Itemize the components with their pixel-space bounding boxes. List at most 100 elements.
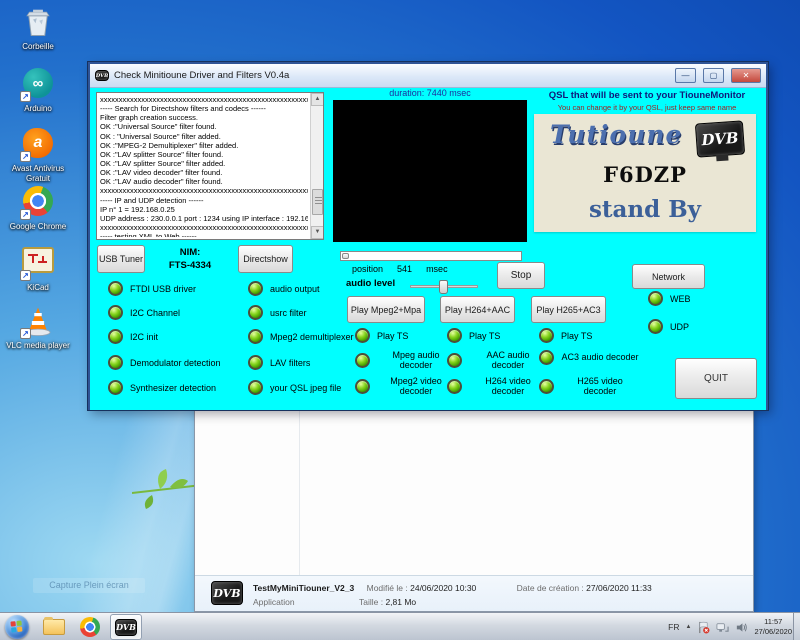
duration-label: duration: 7440 msec [333,88,527,98]
qsl-status: stand By [534,196,756,223]
wallpaper-sprig [132,455,202,525]
log-text: xxxxxxxxxxxxxxxxxxxxxxxxxxxxxxxxxxxxxxxx… [100,95,308,237]
taskbar: DVB FR ▲ 11:57 27/06/202 [0,612,800,640]
shortcut-arrow-icon: ↗ [20,270,31,281]
volume-tray-icon[interactable] [735,621,748,634]
led-i2c-init: I2C init [108,329,158,344]
tray-expand-icon[interactable]: ▲ [686,624,692,630]
status-led-icon [447,379,462,394]
status-led-icon [539,328,554,343]
network-tray-icon[interactable] [716,621,729,634]
folder-icon [43,619,65,635]
quit-button[interactable]: QUIT [675,358,757,399]
status-led-icon [648,291,663,306]
network-button[interactable]: Network [632,264,705,289]
seek-bar[interactable] [340,251,522,261]
desktop-icon-avast[interactable]: a ↗ Avast Antivirus Gratuit [0,126,76,183]
taskbar-clock[interactable]: 11:57 27/06/2020 [754,617,792,637]
taskbar-explorer-button[interactable] [38,614,70,640]
status-led-icon [648,319,663,334]
taskbar-chrome-button[interactable] [74,614,106,640]
screen-capture-watermark: Capture Plein écran [33,578,145,593]
app-client-area: xxxxxxxxxxxxxxxxxxxxxxxxxxxxxxxxxxxxxxxx… [90,88,766,410]
led-synthesizer-detection: Synthesizer detection [108,380,216,395]
nim-value: FTS-4334 [148,259,232,272]
led-ac3-audio-decoder: AC3 audio decoder [539,350,639,365]
taskbar-dvb-app-button[interactable]: DVB [110,614,142,640]
seek-thumb[interactable] [342,253,349,259]
status-led-icon [108,281,123,296]
status-led-icon [108,355,123,370]
modified-label: Modifié le : [367,583,408,593]
desktop-icon-recycle-bin[interactable]: Corbeille [0,6,76,52]
led-play-ts-2: Play TS [447,328,500,343]
explorer-details-pane: DVB TestMyMiniTiouner_V2_3 Modifié le : … [195,575,753,611]
chrome-icon [80,617,100,637]
desktop: Capture Plein écran Corbeille ∞ ↗ Arduin… [0,0,800,640]
maximize-button[interactable]: ▢ [703,68,724,83]
status-led-icon [447,328,462,343]
created-value: 27/06/2020 11:33 [586,583,652,593]
led-mpeg-audio-decoder: Mpeg audio decoder [355,350,455,371]
audio-level-label: audio level [346,278,395,289]
status-led-icon [355,379,370,394]
led-web: WEB [648,291,691,306]
desktop-icon-kicad[interactable]: ↗ KiCad [0,244,76,293]
shortcut-arrow-icon: ↗ [20,328,31,339]
app-title-icon: DVB [95,70,109,81]
status-led-icon [248,281,263,296]
scroll-down-icon[interactable]: ▼ [311,226,324,239]
dvb-logo-icon: DVB [695,120,745,157]
log-scrollbar[interactable]: ▲ ▼ [310,93,323,239]
led-demodulator-detection: Demodulator detection [108,355,221,370]
start-button[interactable] [5,615,29,639]
log-textbox[interactable]: xxxxxxxxxxxxxxxxxxxxxxxxxxxxxxxxxxxxxxxx… [96,92,324,240]
size-label: Taille : [359,597,383,607]
play-h265-button[interactable]: Play H265+AC3 [531,296,606,323]
language-indicator[interactable]: FR [668,622,679,632]
stop-button[interactable]: Stop [497,262,545,289]
led-udp: UDP [648,319,689,334]
clock-time: 11:57 [754,617,792,627]
play-h264-button[interactable]: Play H264+AAC [440,296,515,323]
desktop-icon-vlc[interactable]: ↗ VLC media player [0,304,76,351]
status-led-icon [248,329,263,344]
explorer-pane-divider [299,409,300,575]
status-led-icon [108,380,123,395]
led-lav-filters: LAV filters [248,355,310,370]
desktop-icon-label: KiCad [0,283,76,293]
file-type: Application [253,597,295,607]
desktop-icon-arduino[interactable]: ∞ ↗ Arduino [0,66,76,114]
usb-tuner-button[interactable]: USB Tuner [97,245,145,273]
action-center-flag-icon[interactable] [697,621,710,634]
app-window: DVB Check Minitioune Driver and Filters … [88,62,768,410]
minimize-button[interactable]: — [675,68,696,83]
dvb-app-icon: DVB [115,619,137,636]
title-bar[interactable]: DVB Check Minitioune Driver and Filters … [90,64,766,88]
status-led-icon [108,305,123,320]
audio-level-thumb[interactable] [439,280,448,294]
status-led-icon [447,353,462,368]
position-unit: msec [426,264,448,274]
file-details-row: TestMyMiniTiouner_V2_3 Modifié le : 24/0… [253,583,652,593]
led-mpeg2-demultiplexer: Mpeg2 demultiplexer [248,329,354,344]
position-value: 541 [397,264,412,274]
shortcut-arrow-icon: ↗ [20,151,31,162]
file-name: TestMyMiniTiouner_V2_3 [253,583,354,593]
led-play-ts-1: Play TS [355,328,408,343]
status-led-icon [355,353,370,368]
desktop-icon-label: Corbeille [0,42,76,52]
qsl-header: QSL that will be sent to your TiouneMoni… [530,90,764,101]
show-desktop-button[interactable] [793,613,800,640]
play-mpeg2-button[interactable]: Play Mpeg2+Mpa [347,296,425,323]
scrollbar-thumb[interactable] [312,189,323,215]
directshow-button[interactable]: Directshow [238,245,293,273]
scroll-up-icon[interactable]: ▲ [311,93,324,106]
led-mpeg2-video-decoder: Mpeg2 video decoder [355,376,455,397]
nim-label: NIM: FTS-4334 [148,246,232,273]
desktop-icon-chrome[interactable]: ↗ Google Chrome [0,184,76,232]
audio-level-slider[interactable] [410,285,478,288]
status-led-icon [539,350,554,365]
status-led-icon [355,328,370,343]
close-button[interactable]: ✕ [731,68,761,83]
